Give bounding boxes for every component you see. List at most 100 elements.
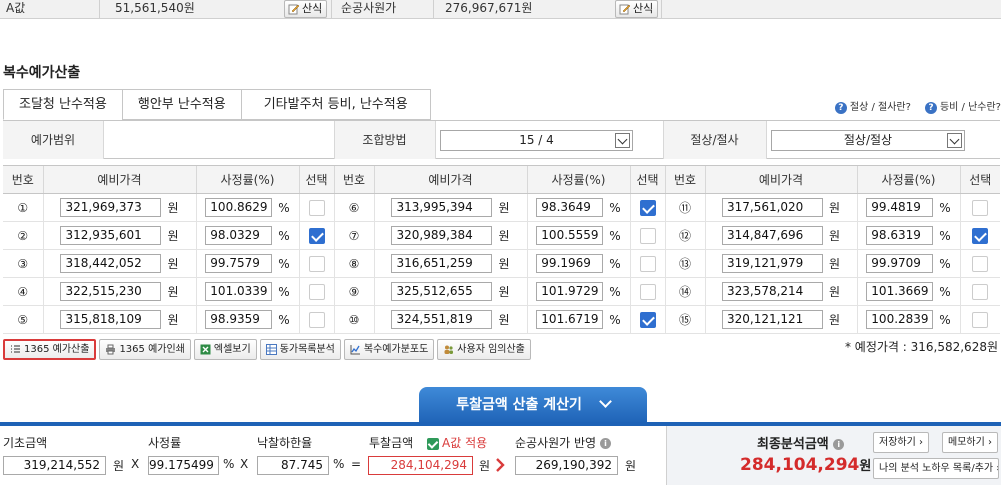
rate-input[interactable]: 100.8629 [205,198,273,217]
print-1365-button[interactable]: 1365 예가인쇄 [99,339,191,360]
distribution-button[interactable]: 복수예가분포도 [343,339,435,360]
final-amount: 284,104,294원 [740,455,871,475]
price-input[interactable]: 325,512,655 [391,282,493,301]
rate-cell: 99.1969% [526,249,630,278]
rate-input[interactable]: 100.2839 [866,310,934,329]
net-cost-reflect-input[interactable]: 269,190,392 [515,456,618,475]
select-checkbox[interactable] [308,311,325,328]
select-checkbox[interactable] [639,283,656,300]
help-ratio-link[interactable]: ? 등비 / 난수란? [924,98,1001,114]
checkbox-checked-icon [427,437,439,450]
a-value-apply-checkbox[interactable]: A값 적용 [427,434,487,451]
price-input[interactable]: 316,651,259 [391,254,493,273]
select-checkbox[interactable] [972,255,989,272]
row-number: ⑤ [3,305,43,334]
same-price-analysis-button[interactable]: 동가목록분석 [259,339,341,360]
final-label-wrap: 최종분석금액 i [757,433,845,452]
table-row: ⑤ 315,818,109 원 98.9359% ⑩ 324,551,819 원 101.67… [3,305,1000,334]
select-checkbox[interactable] [972,283,989,300]
rate-input[interactable]: 98.6319 [866,226,934,245]
help-rounding-link[interactable]: ? 절상 / 절사란? [834,98,911,114]
select-checkbox[interactable] [308,199,325,216]
rate-input[interactable]: 99.4819 [866,198,934,217]
price-input[interactable]: 321,969,373 [60,198,162,217]
round-select[interactable]: 절상/절상 [771,130,965,151]
rate-input[interactable]: 99.9709 [866,254,934,273]
select-checkbox[interactable] [972,199,989,216]
limit-rate-input[interactable]: 87.745 [257,456,329,475]
select-checkbox[interactable] [639,227,656,244]
price-input[interactable]: 312,935,601 [60,226,162,245]
excel-button[interactable]: 엑셀보기 [193,339,257,360]
price-input[interactable]: 315,818,109 [60,310,162,329]
select-checkbox[interactable] [308,255,325,272]
excel-label: 엑셀보기 [213,344,251,355]
rate-input[interactable]: 101.3669 [866,282,934,301]
limit-rate-label: 낙찰하한율 [257,436,313,450]
rate-input[interactable]: 101.9729 [536,282,604,301]
rate-input[interactable]: 98.9359 [205,310,273,329]
rate-input[interactable]: 101.0339 [205,282,273,301]
price-input[interactable]: 317,561,020 [721,198,823,217]
tab-procurement[interactable]: 조달청 난수적용 [3,89,122,120]
bid-amount-input[interactable]: 284,104,294 [368,456,473,475]
select-checkbox[interactable] [972,311,989,328]
select-checkbox[interactable] [639,255,656,272]
select-checkbox[interactable] [308,283,325,300]
info-icon[interactable]: i [833,439,845,450]
rate-input[interactable]: 99.175499 [148,456,219,475]
combo-value: 15 / 4 [519,133,554,147]
select-checkbox-checked[interactable] [639,199,656,216]
rate-cell: 100.8629% [195,193,299,222]
rate-cell: 98.0329% [195,221,299,250]
rate-cell: 99.4819% [856,193,960,222]
percent-unit: % [278,256,290,271]
calc-1365-button[interactable]: 1365 예가산출 [3,339,97,360]
my-analysis-list-button[interactable]: 나의 분석 노하우 목록/추가 › [873,458,999,479]
memo-button[interactable]: 메모하기 › [942,432,998,453]
price-input[interactable]: 320,121,121 [721,310,823,329]
price-input[interactable]: 319,121,979 [721,254,823,273]
price-input[interactable]: 314,847,696 [721,226,823,245]
price-input[interactable]: 320,989,384 [391,226,493,245]
price-input[interactable]: 318,442,052 [60,254,162,273]
price-input[interactable]: 313,995,394 [391,198,493,217]
rate-input[interactable]: 100.5559 [536,226,604,245]
price-input[interactable]: 322,515,230 [60,282,162,301]
price-input[interactable]: 324,551,819 [391,310,493,329]
rate-input[interactable]: 99.1969 [536,254,604,273]
question-icon: ? [924,102,937,114]
calculator-toggle[interactable]: 투찰금액 산출 계산기 [419,387,647,424]
tab-other[interactable]: 기타발주처 등비, 난수적용 [240,89,431,120]
base-amount-input[interactable]: 319,214,552 [3,456,106,475]
custom-calc-button[interactable]: 사용자 임의산출 [437,339,531,360]
same-price-analysis-label: 동가목록분석 [279,344,335,355]
price-input[interactable]: 323,578,214 [721,282,823,301]
save-button[interactable]: 저장하기 › [873,432,929,453]
tab-mois[interactable]: 행안부 난수적용 [121,89,241,120]
select-checkbox-checked[interactable] [308,227,325,244]
combo-select[interactable]: 15 / 4 [440,130,633,151]
rate-input[interactable]: 98.0329 [205,226,273,245]
row-number: ⑫ [664,221,705,250]
rate-input[interactable]: 99.7579 [205,254,273,273]
rate-input[interactable]: 98.3649 [536,198,604,217]
a-formula-button[interactable]: 산식 [284,0,328,18]
net-formula-button[interactable]: 산식 [615,0,659,18]
rate-input[interactable]: 101.6719 [536,310,604,329]
top-summary-bar: A값 51,561,540원 산식 순공사원가 276,967,671원 산식 [0,0,1001,19]
chevron-down-icon [598,395,612,408]
price-cell: 312,935,601 원 [42,221,196,250]
price-cell: 322,515,230 원 [42,277,196,306]
won-unit: 원 [113,459,125,473]
header-rate: 사정률(%) [195,165,299,194]
select-checkbox-checked[interactable] [639,311,656,328]
select-cell [298,221,334,250]
select-cell [298,249,334,278]
info-icon[interactable]: i [599,438,611,449]
won-unit: 원 [828,201,841,215]
table-row: ② 312,935,601 원 98.0329% ⑦ 320,989,384 원 100.55… [3,221,1000,250]
select-checkbox-checked[interactable] [972,227,989,244]
price-cell: 320,121,121 원 [704,305,857,334]
price-table: 번호 예비가격 사정률(%) 선택 번호 예비가격 사정률(%) 선택 번호 예… [3,165,1000,334]
